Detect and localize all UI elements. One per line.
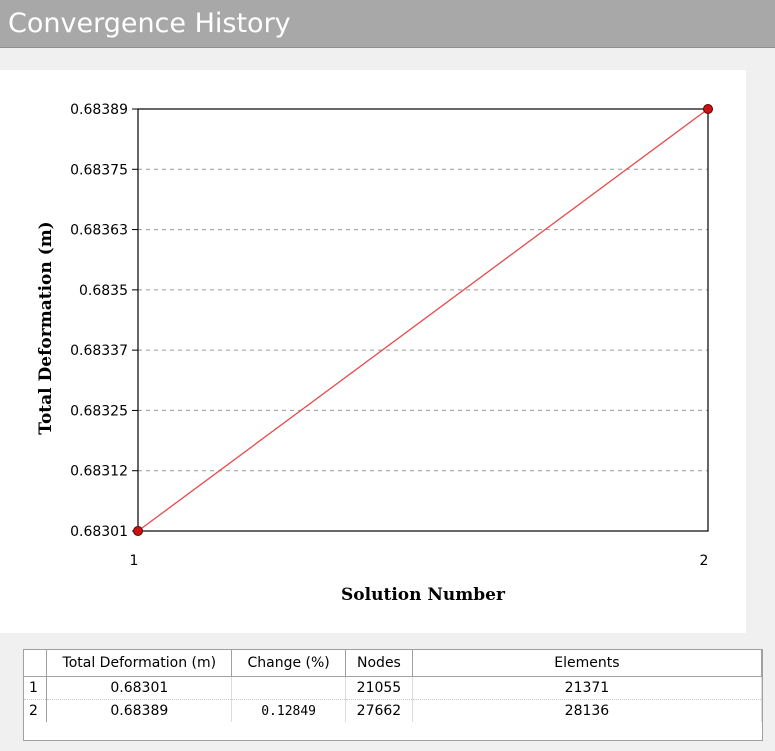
data-point [133,526,143,536]
x-tick-label: 1 [130,553,139,569]
cell-total-deformation: 0.68301 [46,676,233,700]
column-header-index[interactable] [24,650,48,677]
data-point [703,104,713,114]
window-title: Convergence History [0,0,775,48]
x-axis-title: Solution Number [341,585,506,605]
row-index: 2 [24,699,48,722]
cell-nodes: 21055 [345,676,413,700]
convergence-chart: 0.68389 0.68375 0.68363 0.6835 0.68337 0.6832… [36,102,713,605]
column-header-total-deformation[interactable]: Total Deformation (m) [46,650,233,677]
row-index: 1 [24,676,48,700]
cell-total-deformation: 0.68389 [46,699,233,722]
column-header-nodes[interactable]: Nodes [345,650,413,677]
y-tick-label: 0.68337 [70,343,128,359]
column-header-elements[interactable]: Elements [412,650,762,677]
y-tick-label: 0.68325 [70,403,128,419]
x-tick-label: 2 [700,553,709,569]
data-grid: Total Deformation (m) Change (%) Nodes E… [24,650,762,722]
cell-elements: 21371 [412,676,762,700]
series-line [137,108,709,532]
cell-elements: 28136 [412,699,762,722]
cell-nodes: 27662 [345,699,413,722]
y-tick-label: 0.68389 [70,102,128,118]
y-tick-label: 0.68312 [70,464,128,480]
convergence-table: Total Deformation (m) Change (%) Nodes E… [23,649,763,741]
y-tick-label: 0.68363 [70,223,128,239]
y-tick-label: 0.68375 [70,162,128,178]
y-tick-label: 0.68301 [70,524,128,540]
column-header-change[interactable]: Change (%) [231,650,347,677]
chart-panel: 0.68389 0.68375 0.68363 0.6835 0.68337 0.6832… [0,70,746,633]
y-tick-label: 0.6835 [79,283,128,299]
table-row[interactable]: 2 0.68389 0.12849 27662 28136 [24,699,762,722]
table-header-row: Total Deformation (m) Change (%) Nodes E… [24,650,762,677]
cell-change: 0.12849 [231,699,347,722]
cell-change [231,676,347,700]
y-axis-title: Total Deformation (m) [36,221,56,434]
table-row[interactable]: 1 0.68301 21055 21371 [24,676,762,700]
